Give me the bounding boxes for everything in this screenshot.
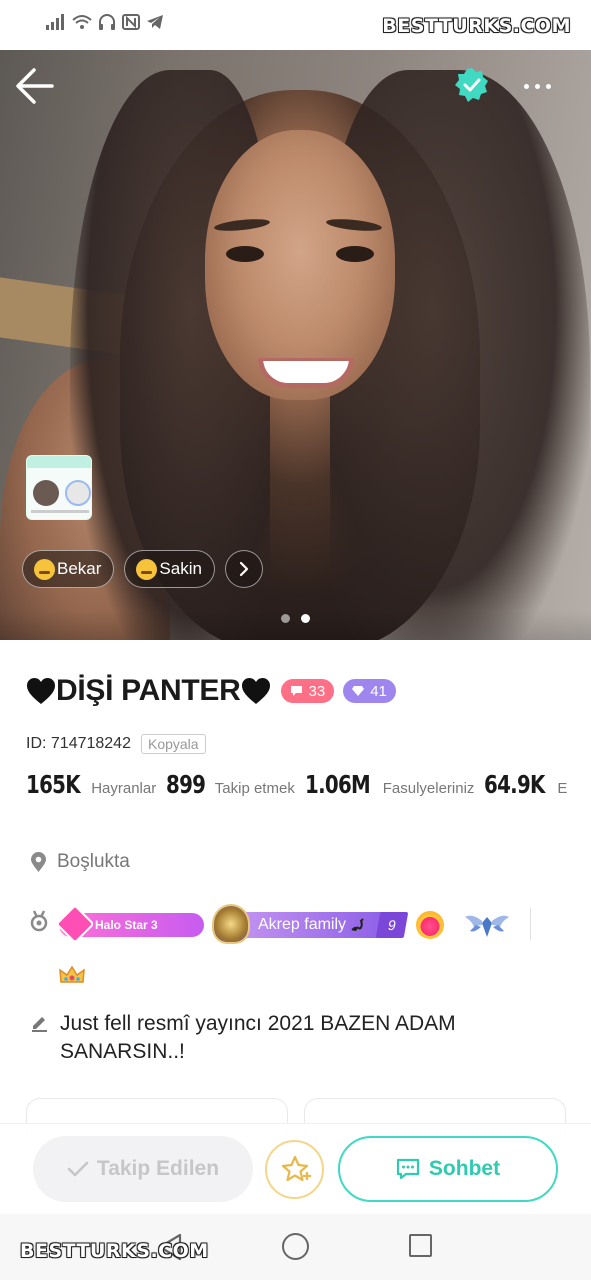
tag-chip-mood[interactable]: Sakin	[124, 550, 215, 588]
beans-label: Fasulyeleriniz	[382, 780, 475, 797]
winged-badge-icon[interactable]	[464, 911, 510, 939]
pager-dot	[281, 614, 290, 623]
chip-label: Bekar	[57, 559, 102, 578]
following-count[interactable]: 899	[166, 770, 206, 799]
status-bar: BESTTURKS.COM	[0, 0, 591, 50]
extra-count[interactable]: 64.9K	[484, 770, 545, 799]
verified-badge-icon	[454, 67, 490, 103]
back-button[interactable]	[12, 64, 58, 108]
beans-count[interactable]: 1.06M	[305, 770, 371, 799]
location-row: Boşlukta	[30, 851, 130, 873]
copy-id-button[interactable]: Kopyala	[140, 734, 206, 754]
location-pin-icon	[31, 851, 46, 872]
chat-level-icon	[290, 686, 302, 696]
signal-icon	[46, 14, 64, 30]
wink-emoji-icon	[34, 558, 55, 580]
more-options-button[interactable]	[515, 74, 559, 98]
chip-label: Sakin	[159, 559, 202, 578]
scorpion-icon	[351, 918, 364, 931]
chevron-right-icon	[239, 561, 249, 577]
photo-pager	[281, 614, 310, 623]
profile-name: DİŞİ PANTER	[56, 674, 241, 707]
following-label: Takip etmek	[214, 780, 295, 797]
location-text: Boşlukta	[57, 851, 130, 872]
tag-chip-status[interactable]: Bekar	[22, 550, 115, 588]
neutral-emoji-icon	[136, 558, 158, 580]
halo-gem-icon	[55, 904, 95, 944]
nav-recents-icon[interactable]	[409, 1234, 432, 1257]
bio-text: Just fell resmî yayıncı 2021 BAZEN ADAM …	[60, 1012, 456, 1063]
more-tags-button[interactable]	[224, 550, 263, 588]
watermark-top: BESTTURKS.COM	[382, 15, 571, 37]
crown-badge-icon[interactable]	[58, 964, 86, 988]
dot-icon	[523, 83, 529, 89]
chat-button[interactable]: Sohbet	[338, 1136, 558, 1202]
telegram-icon	[147, 15, 163, 29]
nav-home-icon[interactable]	[282, 1233, 309, 1260]
nfc-icon	[122, 14, 140, 30]
wifi-icon	[72, 15, 92, 29]
medal-icon	[30, 910, 48, 932]
profile-photo[interactable]: Bekar Sakin	[0, 50, 591, 640]
pager-dot-active	[301, 614, 310, 623]
check-icon	[67, 1161, 89, 1177]
status-icons	[46, 14, 164, 30]
headphones-icon	[99, 14, 115, 30]
back-arrow-icon	[16, 68, 54, 104]
user-id-row: ID: 714718242 Kopyala	[26, 734, 206, 754]
family-level: 9	[375, 912, 409, 938]
pencil-icon	[32, 1017, 47, 1032]
level-badge: 33	[280, 679, 335, 703]
add-favorite-button[interactable]	[265, 1140, 324, 1199]
gem-badge: 41	[343, 679, 396, 703]
watermark-bottom: BESTTURKS.COM	[20, 1240, 209, 1262]
bio-row: Just fell resmî yayıncı 2021 BAZEN ADAM …	[30, 1010, 550, 1066]
followers-label: Hayranlar	[91, 780, 157, 797]
followers-count[interactable]: 165K	[26, 770, 81, 799]
action-bar: Takip Edilen Sohbet	[0, 1124, 591, 1214]
family-badge[interactable]: Akrep family 9	[212, 904, 409, 944]
diamond-icon	[352, 686, 365, 696]
black-heart-icon	[27, 678, 55, 704]
photo-thumbnail[interactable]	[26, 455, 92, 520]
black-heart-icon	[241, 678, 270, 704]
extra-label: E	[557, 780, 568, 797]
user-id: ID: 714718242	[26, 735, 131, 752]
star-plus-icon	[281, 1155, 311, 1181]
stats-row: 165K Hayranlar 899 Takip etmek 1.06M Fas…	[26, 770, 577, 799]
profile-name-row: DİŞİ PANTER 33 41	[26, 674, 396, 708]
medals-row: Halo Star 3 Akrep family 9	[30, 904, 570, 946]
tag-chips: Bekar Sakin	[22, 550, 263, 588]
chat-bubble-icon	[396, 1158, 420, 1180]
halo-star-badge[interactable]: Halo Star 3	[55, 904, 204, 944]
family-crest-icon	[212, 904, 250, 944]
heart-gift-badge-icon[interactable]	[416, 911, 444, 939]
following-button[interactable]: Takip Edilen	[33, 1136, 253, 1202]
